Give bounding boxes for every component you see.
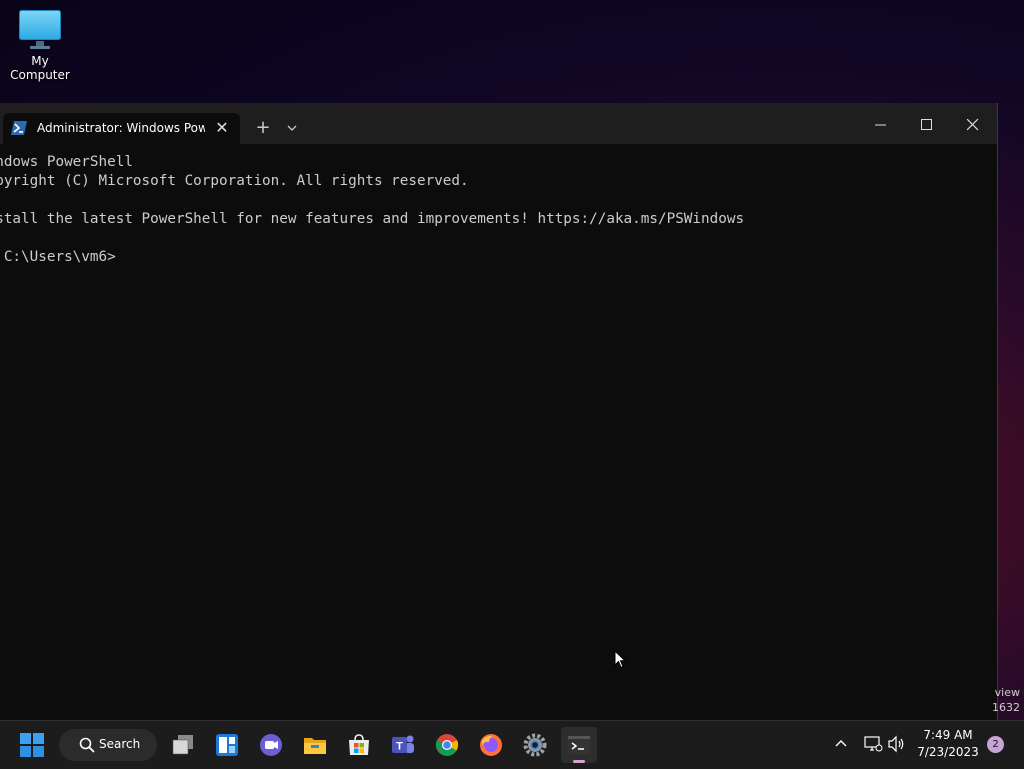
widgets-icon — [216, 734, 238, 756]
volume-button[interactable] — [886, 733, 908, 755]
task-view-icon — [172, 735, 193, 755]
chrome-icon — [435, 734, 459, 756]
tab-powershell[interactable]: Administrator: Windows PowerShell ✕ — [3, 113, 240, 144]
settings-icon — [523, 733, 547, 757]
file-explorer-icon — [304, 738, 326, 754]
console-line: Install the latest PowerShell for new fe… — [0, 211, 745, 227]
chat-icon — [260, 734, 282, 756]
chevron-down-icon — [287, 125, 297, 131]
teams-icon: T — [392, 735, 414, 753]
notification-badge[interactable]: 2 — [987, 736, 1004, 753]
desktop-icon-label: My Computer — [10, 54, 70, 82]
tab-dropdown-button[interactable] — [280, 115, 304, 141]
terminal-button[interactable] — [561, 727, 597, 763]
tab-title: Administrator: Windows PowerShell — [37, 121, 205, 135]
taskbar: Search T 7:49 AM 7/23/2023 2 — [0, 720, 1024, 769]
firefox-button[interactable] — [473, 727, 509, 763]
start-icon — [20, 733, 44, 757]
terminal-icon — [568, 736, 590, 754]
active-indicator — [573, 760, 585, 763]
store-icon — [349, 734, 369, 755]
title-bar[interactable]: Administrator: Windows PowerShell ✕ + — [0, 103, 997, 144]
search-icon — [79, 737, 95, 753]
settings-button[interactable] — [517, 727, 553, 763]
chevron-up-icon — [835, 740, 847, 747]
console-output[interactable]: Windows PowerShell Copyright (C) Microso… — [0, 144, 997, 720]
search-label: Search — [99, 737, 141, 751]
widgets-button[interactable] — [209, 727, 245, 763]
console-prompt: PS C:\Users\vm6> — [3, 249, 116, 265]
network-button[interactable] — [862, 733, 884, 755]
chrome-button[interactable] — [429, 727, 465, 763]
minimize-icon — [875, 124, 886, 126]
desktop-icon-my-computer[interactable]: My Computer — [0, 8, 80, 82]
clock-time: 7:49 AM — [923, 728, 973, 742]
close-icon — [967, 119, 979, 131]
mouse-cursor-icon — [614, 650, 626, 669]
svg-text:T: T — [396, 741, 403, 753]
console-line: Windows PowerShell — [0, 154, 133, 170]
speaker-icon — [888, 735, 904, 753]
monitor-icon — [19, 10, 61, 50]
tab-close-icon[interactable]: ✕ — [211, 117, 233, 139]
file-explorer-button[interactable] — [297, 727, 333, 763]
clock-date: 7/23/2023 — [917, 745, 979, 759]
close-button[interactable] — [950, 109, 996, 141]
network-icon — [864, 736, 883, 752]
teams-button[interactable]: T — [385, 727, 421, 763]
maximize-button[interactable] — [904, 109, 950, 141]
watermark-text: view — [994, 686, 1020, 699]
start-button[interactable] — [14, 727, 50, 763]
task-view-button[interactable] — [165, 727, 201, 763]
watermark-text: 1632 — [992, 701, 1020, 714]
show-hidden-icons-button[interactable] — [830, 733, 852, 755]
new-tab-button[interactable]: + — [250, 115, 276, 141]
search-button[interactable]: Search — [59, 729, 157, 761]
chat-button[interactable] — [253, 727, 289, 763]
powershell-icon — [11, 121, 27, 135]
store-button[interactable] — [341, 727, 377, 763]
terminal-window: Administrator: Windows PowerShell ✕ + Wi… — [0, 103, 998, 720]
minimize-button[interactable] — [858, 109, 904, 141]
firefox-icon — [480, 734, 502, 756]
clock[interactable]: 7:49 AM 7/23/2023 — [912, 727, 984, 761]
console-line: Copyright (C) Microsoft Corporation. All… — [0, 173, 469, 189]
maximize-icon — [921, 119, 932, 130]
